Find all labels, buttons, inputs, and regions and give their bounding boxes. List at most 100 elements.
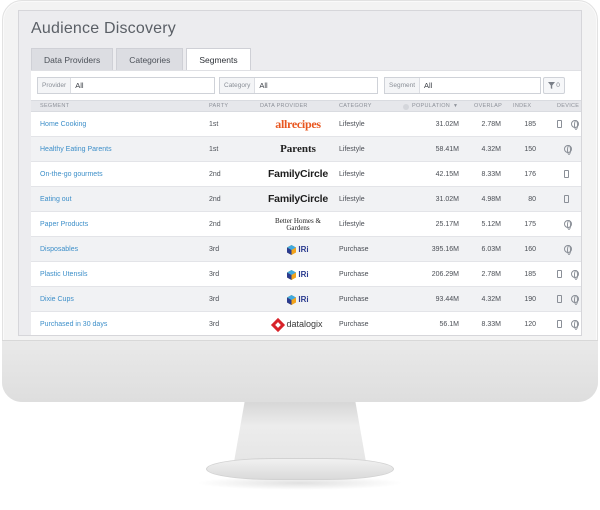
table-body: Home Cooking 1st allrecipes Lifestyle 31.02M… (31, 112, 581, 335)
overlap-cell: 5.12M (481, 221, 501, 228)
population-cell: 56.1M (439, 321, 459, 328)
population-cell: 58.41M (435, 146, 459, 153)
column-header-index[interactable]: INDEX (513, 101, 531, 112)
overlap-cell: 2.78M (481, 121, 501, 128)
column-header-data-provider[interactable]: DATA PROVIDER (260, 101, 308, 112)
segment-link[interactable]: Disposables (40, 237, 200, 262)
provider-name: FamilyCircle (267, 193, 329, 205)
category-cell: Lifestyle (339, 121, 365, 128)
provider-name: allrecipes (275, 117, 321, 131)
population-cell: 25.17M (435, 221, 459, 228)
mobile-device-icon (557, 120, 562, 130)
provider-logo: Parents (257, 137, 339, 162)
overlap-cell: 4.32M (481, 296, 501, 303)
provider-name: Parents (280, 143, 316, 155)
tab-categories[interactable]: Categories (116, 48, 184, 70)
provider-name: IRi (287, 237, 309, 262)
provider-name: IRi (298, 270, 309, 279)
segment-link[interactable]: Plastic Utensils (40, 262, 200, 287)
web-globe-icon (564, 145, 572, 155)
table-row[interactable]: Healthy Eating Parents 1st Parents Lifestyl… (31, 137, 581, 162)
mobile-device-icon (557, 320, 562, 330)
column-header-category[interactable]: CATEGORY (339, 101, 372, 112)
party-cell: 3rd (209, 246, 220, 253)
web-globe-icon (564, 245, 572, 255)
monitor-stand-neck (234, 402, 366, 462)
column-header-overlap[interactable]: OVERLAP (474, 101, 502, 112)
monitor-stand-base (206, 458, 394, 480)
table-row[interactable]: Paper Products 2nd Better Homes & Gardens L… (31, 212, 581, 237)
segment-link[interactable]: Healthy Eating Parents (40, 137, 200, 162)
funnel-icon (548, 82, 556, 89)
filter-button[interactable]: 0 (543, 77, 565, 94)
category-cell: Lifestyle (339, 221, 365, 228)
table-row[interactable]: Plastic Utensils 3rd IRi Purchase 206.29M 2.7… (31, 262, 581, 287)
iri-hex-icon (287, 244, 297, 255)
party-cell: 1st (209, 121, 219, 128)
column-header-population[interactable]: POPULATION ▼ (403, 101, 458, 112)
segment-filter[interactable]: Segment All (384, 77, 541, 94)
page-title: Audience Discovery (31, 20, 176, 37)
index-cell: 176 (524, 171, 536, 178)
segment-link[interactable]: Paper Products (40, 212, 200, 237)
segment-link[interactable]: Dixie Cups (40, 287, 200, 312)
mobile-device-icon (564, 170, 569, 180)
tab-segments[interactable]: Segments (186, 48, 251, 70)
table-row[interactable]: Purchased in 30 days 3rd datalogix Purchase… (31, 312, 581, 335)
table-row[interactable]: On-the-go gourmets 2nd FamilyCircle Lifesty… (31, 162, 581, 187)
provider-logo: IRi (257, 237, 339, 262)
web-globe-icon (571, 295, 579, 305)
category-cell: Purchase (339, 296, 369, 303)
overlap-cell: 6.03M (481, 246, 501, 253)
category-cell: Purchase (339, 321, 369, 328)
category-cell: Lifestyle (339, 171, 365, 178)
segment-filter-label: Segment (385, 78, 421, 93)
table-row[interactable]: Disposables 3rd IRi Purchase 395.16M 6.03M 160 (31, 237, 581, 262)
provider-logo: FamilyCircle (257, 162, 339, 187)
table-header: SEGMENT PARTY DATA PROVIDER CATEGORY POP… (31, 100, 581, 112)
overlap-cell: 4.32M (481, 146, 501, 153)
iri-hex-icon (287, 294, 297, 305)
index-cell: 190 (524, 296, 536, 303)
table-row[interactable]: Home Cooking 1st allrecipes Lifestyle 31.02M… (31, 112, 581, 137)
web-globe-icon (571, 270, 579, 280)
web-globe-icon (571, 120, 579, 130)
column-header-party[interactable]: PARTY (209, 101, 228, 112)
filter-count: 0 (556, 82, 560, 89)
population-cell: 93.44M (435, 296, 459, 303)
provider-name: Better Homes & Gardens (275, 216, 321, 232)
mobile-device-icon (564, 195, 569, 205)
party-cell: 2nd (209, 196, 221, 203)
provider-filter[interactable]: Provider All (37, 77, 215, 94)
segment-link[interactable]: Purchased in 30 days (40, 312, 200, 335)
provider-name: IRi (298, 295, 309, 304)
mobile-device-icon (557, 295, 562, 305)
tab-data-providers[interactable]: Data Providers (31, 48, 114, 70)
party-cell: 1st (209, 146, 219, 153)
provider-filter-value: All (75, 81, 84, 90)
population-cell: 31.02M (435, 196, 459, 203)
party-cell: 3rd (209, 321, 220, 328)
segment-link[interactable]: On-the-go gourmets (40, 162, 200, 187)
tab-bar: Data Providers Categories Segments (31, 48, 251, 70)
table-row[interactable]: Eating out 2nd FamilyCircle Lifestyle 31.02M… (31, 187, 581, 212)
category-filter-value: All (259, 81, 268, 90)
table-row[interactable]: Dixie Cups 3rd IRi Purchase 93.44M 4.32M 190 (31, 287, 581, 312)
info-icon (403, 103, 409, 110)
segment-link[interactable]: Home Cooking (40, 112, 200, 137)
party-cell: 3rd (209, 296, 220, 303)
provider-logo: FamilyCircle (257, 187, 339, 212)
category-cell: Purchase (339, 246, 369, 253)
overlap-cell: 8.33M (481, 171, 501, 178)
segment-link[interactable]: Eating out (40, 187, 200, 212)
index-cell: 185 (524, 121, 536, 128)
provider-name: FamilyCircle (267, 168, 329, 180)
provider-name: IRi (287, 262, 309, 287)
web-globe-icon (571, 320, 579, 330)
datalogix-diamond-icon (271, 317, 286, 332)
provider-filter-label: Provider (38, 78, 72, 93)
category-filter[interactable]: Category All (219, 77, 378, 94)
column-header-segment[interactable]: SEGMENT (40, 101, 69, 112)
column-header-device[interactable]: DEVICE (557, 101, 579, 112)
provider-name: IRi (287, 287, 309, 312)
